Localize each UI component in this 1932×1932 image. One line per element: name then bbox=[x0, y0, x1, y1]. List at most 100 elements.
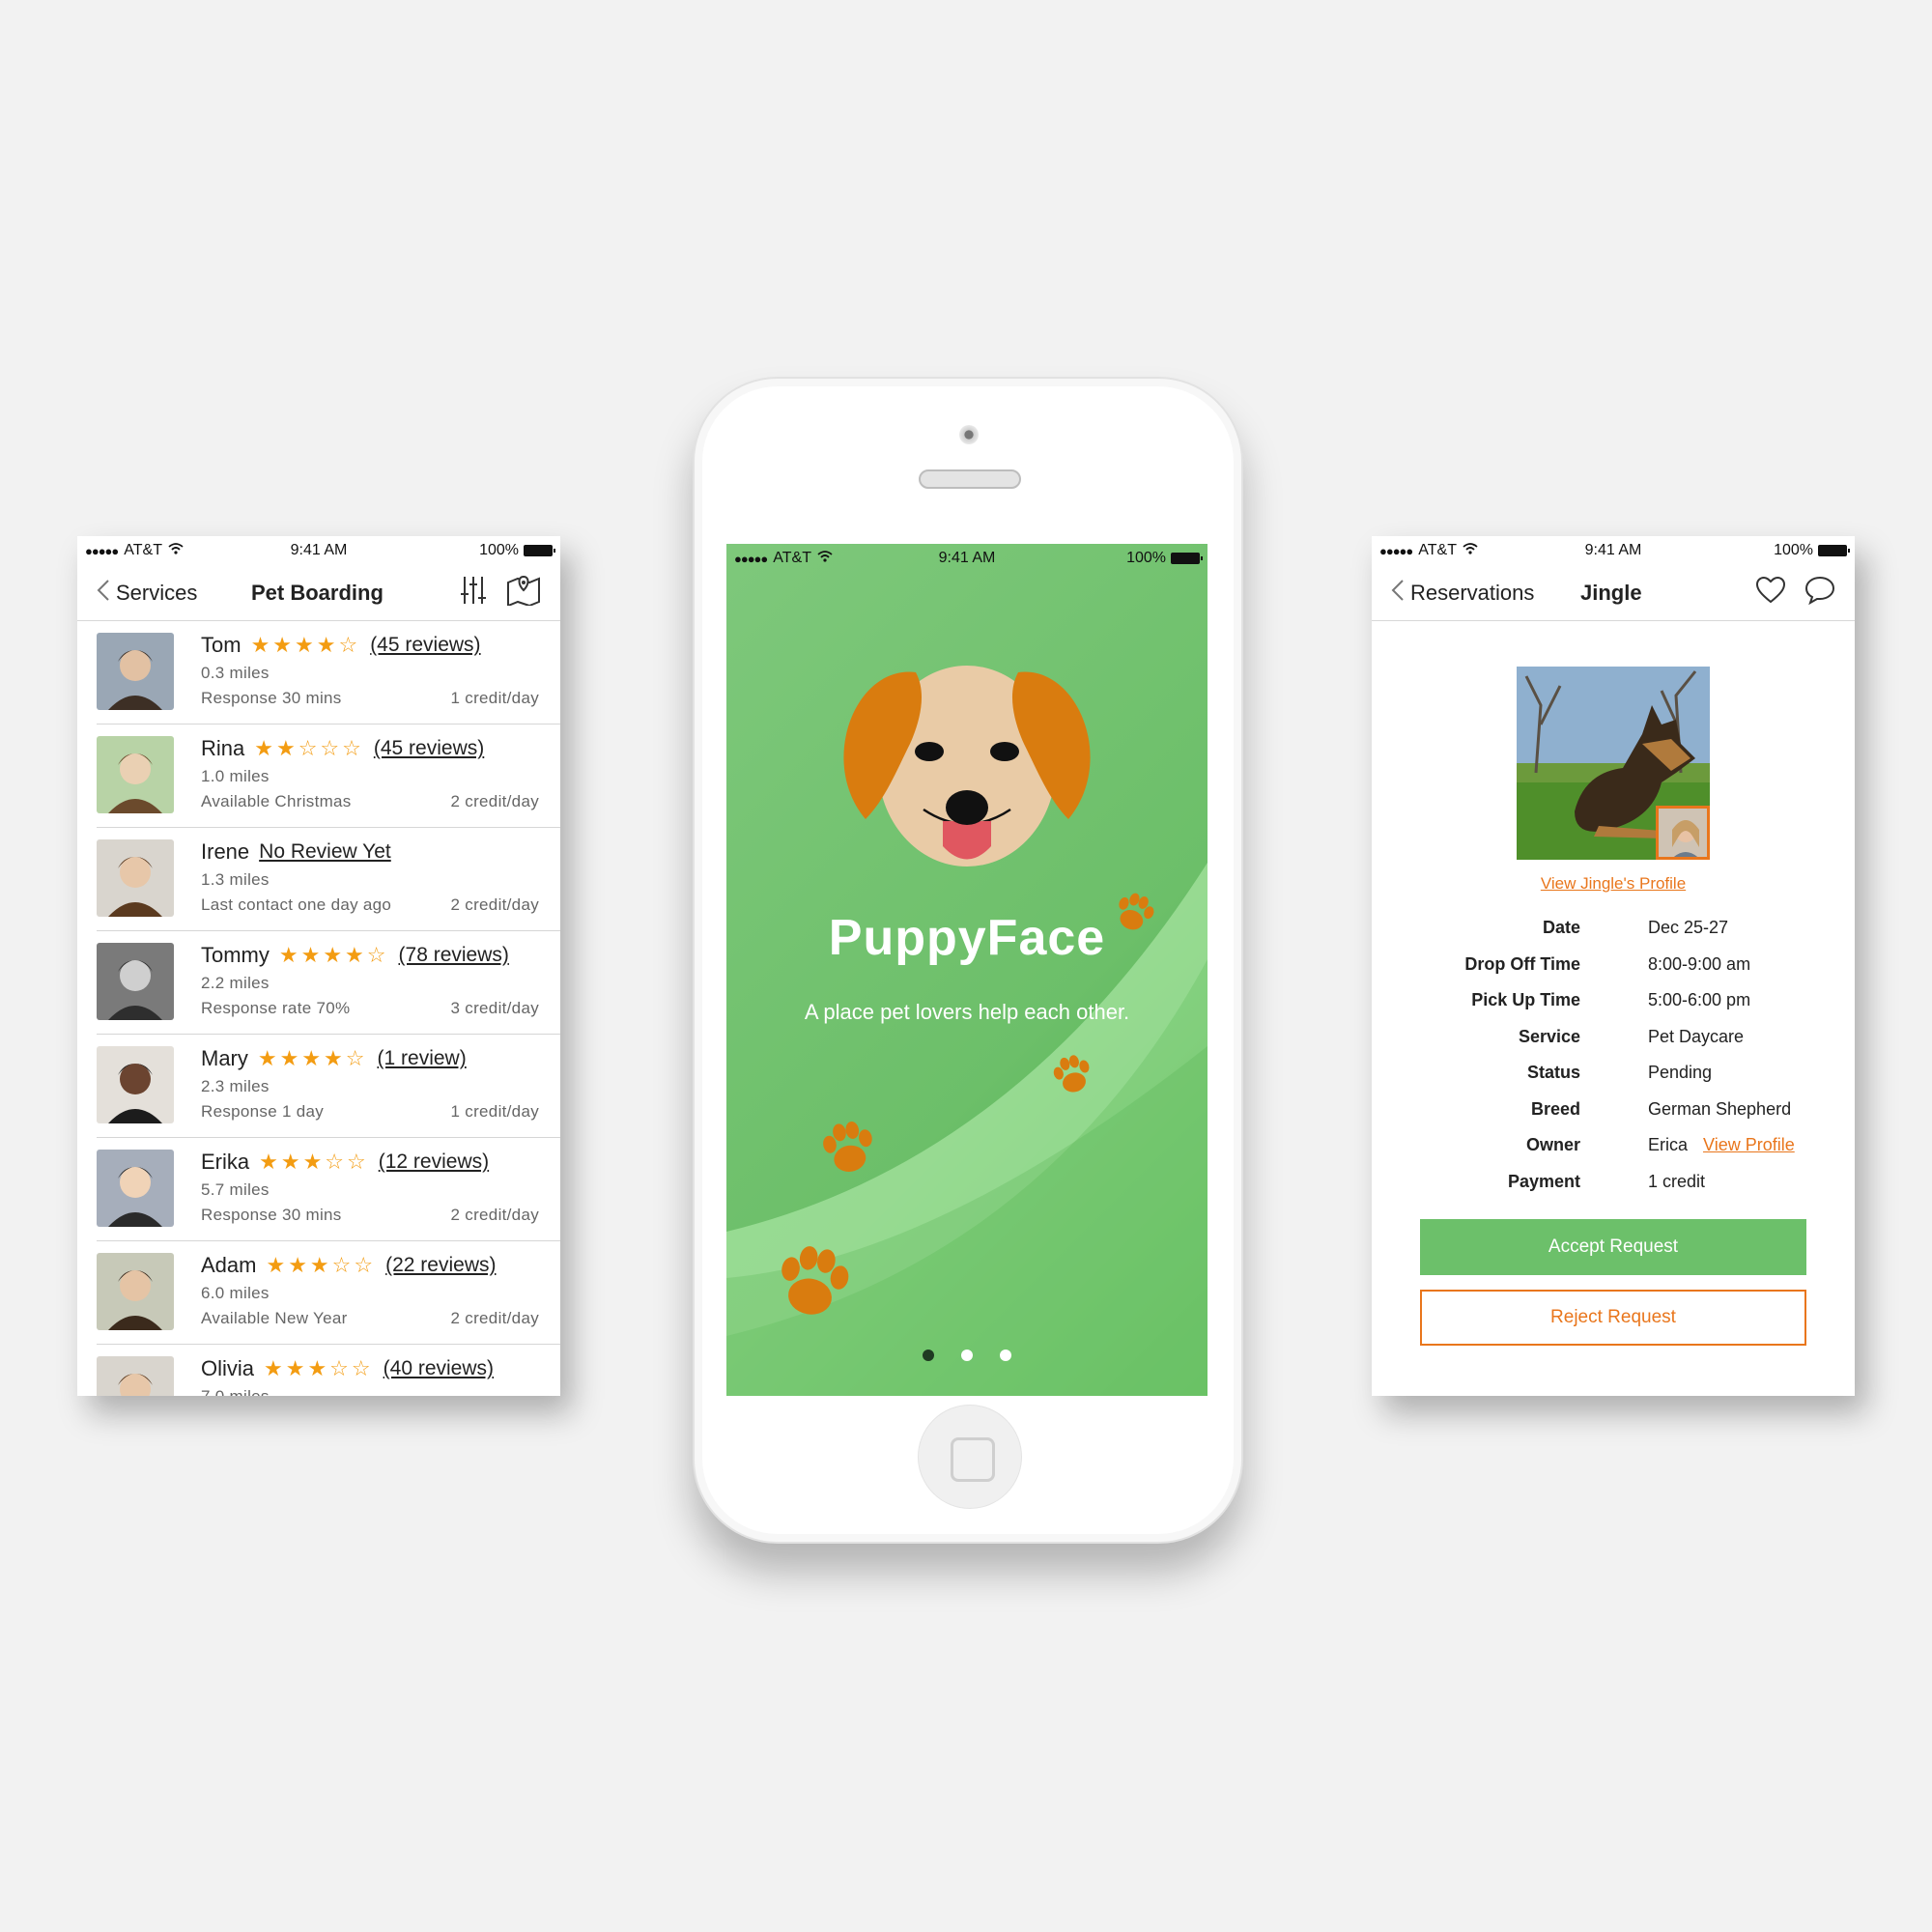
reviews-link[interactable]: (22 reviews) bbox=[385, 1254, 496, 1277]
star-rating: ★★★☆☆ bbox=[266, 1253, 377, 1277]
sitter-row[interactable]: Adam ★★★☆☆ (22 reviews) 6.0 miles Availa… bbox=[97, 1241, 560, 1345]
detail-row: Drop Off Time 8:00-9:00 am bbox=[1372, 947, 1855, 983]
paw-print-icon bbox=[781, 1246, 849, 1315]
person-photo-icon bbox=[97, 1046, 174, 1123]
puppy-logo-icon bbox=[843, 666, 1091, 867]
detail-label: Breed bbox=[1530, 1098, 1580, 1119]
page-indicator bbox=[726, 1350, 1208, 1361]
sitter-price: 2 credit/day bbox=[450, 792, 539, 810]
sitter-name: Adam bbox=[201, 1253, 257, 1277]
reviews-link[interactable]: (45 reviews) bbox=[370, 634, 480, 657]
sitter-note: Available Christmas bbox=[201, 792, 352, 810]
chat-bubble-icon[interactable] bbox=[1804, 576, 1835, 610]
detail-value: 5:00-6:00 pm bbox=[1648, 990, 1751, 1010]
filter-icon[interactable] bbox=[460, 575, 487, 611]
view-pet-profile-link[interactable]: View Jingle's Profile bbox=[1372, 874, 1855, 894]
reviews-link[interactable]: (40 reviews) bbox=[384, 1357, 494, 1380]
sitter-distance: 2.2 miles bbox=[201, 974, 270, 992]
sitter-price: 2 credit/day bbox=[450, 1206, 539, 1224]
front-camera bbox=[959, 425, 979, 444]
sitter-price: 1 credit/day bbox=[450, 1102, 539, 1121]
reject-request-button[interactable]: Reject Request bbox=[1420, 1290, 1806, 1346]
sitter-row[interactable]: Erika ★★★☆☆ (12 reviews) 5.7 miles Respo… bbox=[97, 1138, 560, 1241]
reviews-link[interactable]: (12 reviews) bbox=[379, 1151, 489, 1174]
sitter-note: Last contact one day ago bbox=[201, 895, 392, 914]
sitter-avatar bbox=[97, 736, 174, 813]
sitter-row[interactable]: Mary ★★★★☆ (1 review) 2.3 miles Response… bbox=[97, 1035, 560, 1138]
detail-value: Erica bbox=[1648, 1135, 1689, 1155]
wifi-icon bbox=[168, 542, 184, 559]
owner-thumbnail[interactable] bbox=[1656, 806, 1710, 860]
star-rating: ★★★★☆ bbox=[250, 633, 361, 657]
page-title: Pet Boarding bbox=[251, 580, 384, 605]
detail-row: Service Pet Daycare bbox=[1372, 1019, 1855, 1056]
sitter-row[interactable]: Tom ★★★★☆ (45 reviews) 0.3 miles Respons… bbox=[97, 621, 560, 724]
sitter-row[interactable]: Tommy ★★★★☆ (78 reviews) 2.2 miles Respo… bbox=[97, 931, 560, 1035]
nav-bar: Services Pet Boarding bbox=[77, 565, 560, 621]
detail-label: Drop Off Time bbox=[1464, 953, 1580, 974]
star-rating: ★★★★☆ bbox=[278, 943, 389, 967]
reviews-link[interactable]: (45 reviews) bbox=[374, 737, 484, 760]
page-dot-1[interactable] bbox=[923, 1350, 934, 1361]
pet-photo[interactable] bbox=[1517, 667, 1710, 860]
page-dot-2[interactable] bbox=[961, 1350, 973, 1361]
sitter-avatar bbox=[97, 943, 174, 1020]
sitter-distance: 1.3 miles bbox=[201, 870, 270, 889]
map-icon[interactable] bbox=[506, 575, 541, 611]
signal-icon: ●●●●● bbox=[734, 551, 768, 566]
detail-value: 8:00-9:00 am bbox=[1648, 953, 1751, 974]
reviews-link[interactable]: No Review Yet bbox=[259, 840, 391, 864]
detail-value: Dec 25-27 bbox=[1648, 918, 1729, 938]
detail-label: Owner bbox=[1525, 1135, 1580, 1155]
battery-percent: 100% bbox=[479, 542, 519, 558]
battery-icon bbox=[1818, 545, 1850, 556]
battery-percent: 100% bbox=[1774, 542, 1813, 558]
sitter-row[interactable]: Olivia ★★★☆☆ (40 reviews) 7.0 miles bbox=[97, 1345, 560, 1396]
paw-print-icon bbox=[823, 1122, 872, 1172]
sitter-name: Rina bbox=[201, 736, 245, 760]
back-label: Reservations bbox=[1410, 580, 1535, 605]
sitter-avatar bbox=[97, 1046, 174, 1123]
page-dot-3[interactable] bbox=[1000, 1350, 1011, 1361]
person-photo-icon bbox=[97, 1150, 174, 1227]
detail-row: Pick Up Time 5:00-6:00 pm bbox=[1372, 982, 1855, 1019]
detail-label: Pick Up Time bbox=[1471, 990, 1580, 1010]
back-button[interactable]: Reservations bbox=[1391, 579, 1534, 608]
detail-row: Breed German Shepherd bbox=[1372, 1092, 1855, 1128]
home-button[interactable] bbox=[918, 1405, 1022, 1509]
status-bar: ●●●●● AT&T 9:41 AM 100% bbox=[1372, 536, 1855, 565]
reviews-link[interactable]: (78 reviews) bbox=[399, 944, 509, 967]
star-rating: ★★★☆☆ bbox=[259, 1150, 369, 1174]
sitter-note: Response 1 day bbox=[201, 1102, 325, 1121]
view-owner-profile-link[interactable]: View Profile bbox=[1703, 1135, 1795, 1155]
back-button[interactable]: Services bbox=[97, 579, 197, 608]
sitter-row[interactable]: Rina ★★☆☆☆ (45 reviews) 1.0 miles Availa… bbox=[97, 724, 560, 828]
sitter-avatar bbox=[97, 1150, 174, 1227]
person-photo-icon bbox=[97, 943, 174, 1020]
person-photo-icon bbox=[97, 736, 174, 813]
detail-label: Status bbox=[1526, 1063, 1580, 1083]
status-bar: ●●●●● AT&T 9:41 AM 100% bbox=[726, 544, 1208, 573]
person-photo-icon bbox=[97, 839, 174, 917]
carrier-label: AT&T bbox=[1418, 542, 1457, 558]
accept-request-button[interactable]: Accept Request bbox=[1420, 1219, 1806, 1275]
sitter-price: 3 credit/day bbox=[450, 999, 539, 1017]
sitter-name: Erika bbox=[201, 1150, 250, 1174]
sitter-avatar bbox=[97, 1356, 174, 1396]
carrier-label: AT&T bbox=[124, 542, 162, 558]
star-rating: ★★★★☆ bbox=[257, 1046, 368, 1070]
sitter-list: Tom ★★★★☆ (45 reviews) 0.3 miles Respons… bbox=[77, 621, 560, 1396]
sitter-name: Tommy bbox=[201, 943, 270, 967]
battery-icon bbox=[1171, 553, 1203, 564]
chevron-left-icon bbox=[1391, 579, 1405, 608]
detail-value: Pending bbox=[1648, 1063, 1713, 1083]
reviews-link[interactable]: (1 review) bbox=[378, 1047, 467, 1070]
person-photo-icon bbox=[97, 1253, 174, 1330]
page-title: Jingle bbox=[1580, 580, 1642, 605]
sitter-row[interactable]: Irene No Review Yet 1.3 miles Last conta… bbox=[97, 828, 560, 931]
pet-boarding-screen: ●●●●● AT&T 9:41 AM 100% Services Pet Boa… bbox=[77, 536, 560, 1396]
detail-value: 1 credit bbox=[1648, 1171, 1706, 1191]
sitter-distance: 6.0 miles bbox=[201, 1284, 270, 1302]
sitter-avatar bbox=[97, 633, 174, 710]
heart-icon[interactable] bbox=[1755, 576, 1786, 609]
